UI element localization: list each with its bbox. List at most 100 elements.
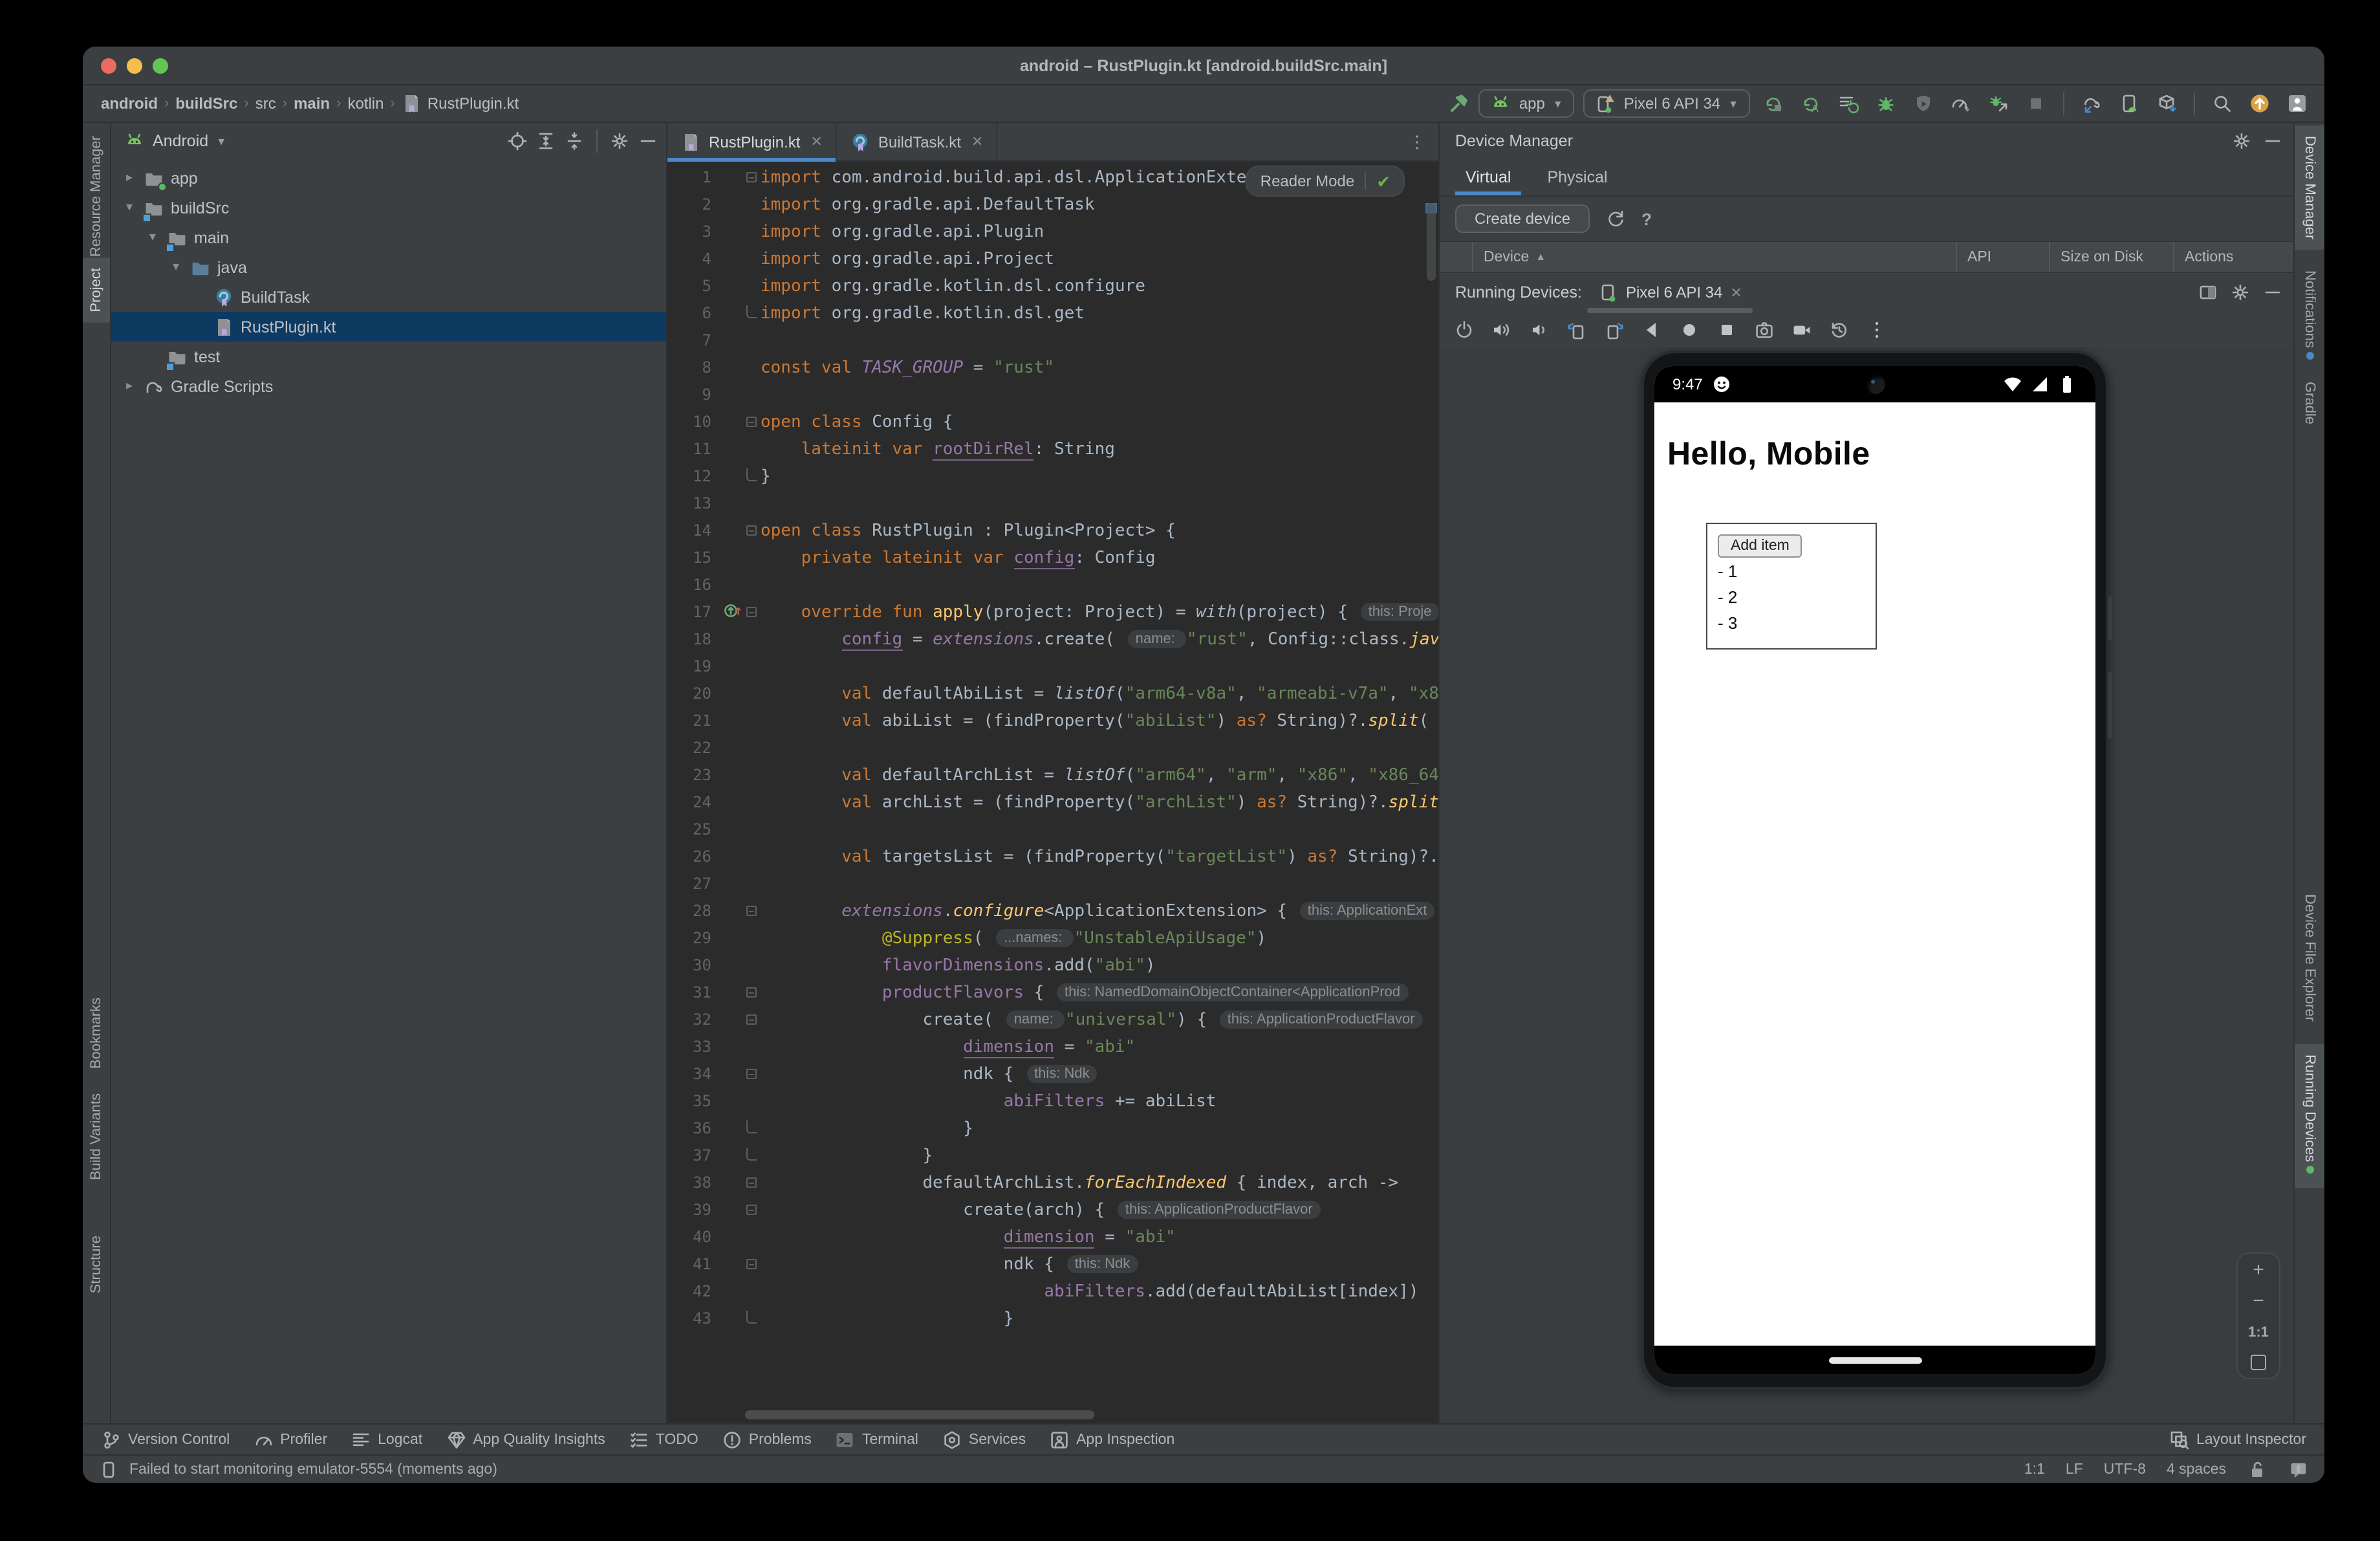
stop-square-icon[interactable] (2026, 93, 2046, 114)
camera-icon[interactable] (1754, 319, 1775, 340)
tool-window-button-resource-manager[interactable]: Resource Manager (83, 126, 110, 267)
tool-window-button-app-quality-insights[interactable]: App Quality Insights (446, 1429, 605, 1450)
more-kebab-icon[interactable] (1866, 319, 1887, 340)
device-manager-tab-virtual[interactable]: Virtual (1450, 158, 1526, 195)
tool-window-button-device-manager[interactable]: Device Manager (2295, 126, 2324, 250)
tool-window-button-layout-inspector[interactable]: Layout Inspector (2169, 1429, 2306, 1450)
fold-marker[interactable] (742, 164, 761, 191)
zoom-window-button[interactable] (153, 58, 168, 74)
fold-marker[interactable] (742, 518, 761, 545)
breadcrumb-item[interactable]: main (294, 94, 330, 113)
fold-marker[interactable] (742, 979, 761, 1007)
fold-marker[interactable] (742, 300, 761, 327)
create-device-button[interactable]: Create device (1455, 204, 1590, 233)
reader-mode-widget[interactable]: Reader Mode ✔ (1246, 166, 1405, 197)
lock-open-icon[interactable] (2247, 1459, 2267, 1480)
minimize-window-button[interactable] (127, 58, 142, 74)
tree-item-buildtask[interactable]: BuildTask (111, 282, 666, 312)
fold-marker[interactable] (742, 1197, 761, 1224)
chevron-down-icon[interactable]: ▾ (122, 201, 137, 215)
target-icon[interactable] (507, 131, 528, 151)
rerun-icon[interactable] (1838, 93, 1859, 114)
expand-all-icon[interactable] (536, 131, 556, 151)
status-widget-1-1[interactable]: 1:1 (2024, 1461, 2045, 1477)
editor-tab-buildtask-kt[interactable]: BuildTask.kt ✕ (837, 123, 998, 160)
tree-item-rustplugin-kt[interactable]: RustPlugin.kt (111, 312, 666, 342)
fold-marker[interactable] (742, 409, 761, 436)
editor-tab-rustplugin-kt[interactable]: RustPlugin.kt ✕ (667, 123, 837, 162)
fold-marker[interactable] (742, 898, 761, 925)
attach-debugger-icon[interactable] (1988, 93, 2009, 114)
hide-panel-icon[interactable] (2262, 282, 2283, 303)
hide-panel-icon[interactable] (2262, 130, 2283, 151)
status-widget-utf-8[interactable]: UTF-8 (2104, 1461, 2146, 1477)
breadcrumb-item[interactable]: kotlin (347, 94, 384, 113)
running-device-tab[interactable]: Pixel 6 API 34 ✕ (1586, 277, 1753, 313)
rotate-left-icon[interactable] (1566, 319, 1587, 340)
horizontal-scrollbar[interactable] (745, 1410, 1094, 1419)
table-column-actions[interactable]: Actions (2174, 242, 2293, 272)
breadcrumb-item[interactable]: buildSrc (175, 94, 237, 113)
fit-to-window-button[interactable] (2251, 1355, 2266, 1370)
tool-window-button-todo[interactable]: TODO (629, 1429, 698, 1450)
search-icon[interactable] (2212, 93, 2233, 114)
tool-window-button-build-variants[interactable]: Build Variants (83, 1083, 110, 1190)
shield-play-icon[interactable] (1913, 93, 1934, 114)
device-screen[interactable]: 9:47 Hello, Mobile Add item - 1 - 2 - 3 (1654, 366, 2095, 1374)
collapse-all-icon[interactable] (564, 131, 585, 151)
chevron-down-icon[interactable]: ▾ (145, 230, 160, 245)
table-column-device[interactable]: Device ▲ (1473, 242, 1957, 272)
tool-window-button-project[interactable]: Project (83, 257, 110, 323)
sdk-manager-icon[interactable] (2156, 93, 2177, 114)
tool-window-button-device-file-explorer[interactable]: Device File Explorer (2295, 884, 2324, 1032)
tool-window-button-notifications[interactable]: Notifications (2295, 260, 2324, 374)
tool-window-button-running-devices[interactable]: Running Devices (2295, 1044, 2324, 1188)
project-view-selector[interactable]: Android (153, 132, 208, 150)
tree-item-gradle-scripts[interactable]: ▸ Gradle Scripts (111, 371, 666, 401)
target-device-selector[interactable]: Pixel 6 API 34 ▼ (1583, 89, 1750, 118)
close-window-button[interactable] (101, 58, 116, 74)
editor-options-icon[interactable]: ⋮ (1396, 123, 1438, 160)
tool-window-button-gradle[interactable]: Gradle (2295, 371, 2324, 435)
breadcrumb-item[interactable]: android (101, 94, 158, 113)
status-widget-lf[interactable]: LF (2066, 1461, 2083, 1477)
vol-down-icon[interactable] (1529, 319, 1550, 340)
apply-changes-icon[interactable] (1763, 93, 1784, 114)
tool-window-button-services[interactable]: Services (942, 1429, 1026, 1450)
gauge-dropdown-icon[interactable] (1951, 93, 1971, 114)
apply-code-changes-icon[interactable]: A (1801, 93, 1821, 114)
tool-window-button-version-control[interactable]: Version Control (101, 1429, 230, 1450)
refresh-icon[interactable] (1605, 208, 1626, 229)
chevron-down-icon[interactable]: ▾ (168, 260, 184, 274)
close-icon[interactable]: ✕ (1730, 284, 1742, 301)
chevron-right-icon[interactable]: ▸ (122, 171, 137, 185)
fold-marker[interactable] (742, 1142, 761, 1170)
fold-marker[interactable] (742, 1007, 761, 1034)
tree-item-test[interactable]: test (111, 342, 666, 371)
fold-marker[interactable] (742, 1306, 761, 1333)
gear-icon[interactable] (609, 131, 630, 151)
split-window-icon[interactable] (2198, 282, 2218, 303)
zoom-in-button[interactable]: + (2253, 1260, 2264, 1280)
tool-window-button-problems[interactable]: Problems (722, 1429, 812, 1450)
status-widget-4-spaces[interactable]: 4 spaces (2167, 1461, 2226, 1477)
gear-icon[interactable] (2231, 130, 2252, 151)
snapshot-icon[interactable] (1829, 319, 1850, 340)
table-column-size-on-disk[interactable]: Size on Disk (2050, 242, 2174, 272)
gear-icon[interactable] (2230, 282, 2251, 303)
device-manager-tab-physical[interactable]: Physical (1531, 158, 1623, 195)
tool-window-button-app-inspection[interactable]: App Inspection (1049, 1429, 1174, 1450)
back-tri-icon[interactable] (1641, 319, 1662, 340)
hammer-icon[interactable] (1449, 93, 1470, 114)
avatar-icon[interactable] (2287, 93, 2308, 114)
vol-up-icon[interactable] (1491, 319, 1512, 340)
tree-item-app[interactable]: ▸ app (111, 163, 666, 193)
tool-window-button-logcat[interactable]: Logcat (351, 1429, 422, 1450)
fold-marker[interactable] (742, 463, 761, 490)
override-gutter-icon[interactable] (722, 599, 742, 626)
update-circle-icon[interactable] (2249, 93, 2270, 114)
fold-marker[interactable] (742, 1061, 761, 1088)
tool-window-button-profiler[interactable]: Profiler (253, 1429, 327, 1450)
close-icon[interactable]: ✕ (810, 133, 822, 150)
tree-item-java[interactable]: ▾ java (111, 252, 666, 282)
